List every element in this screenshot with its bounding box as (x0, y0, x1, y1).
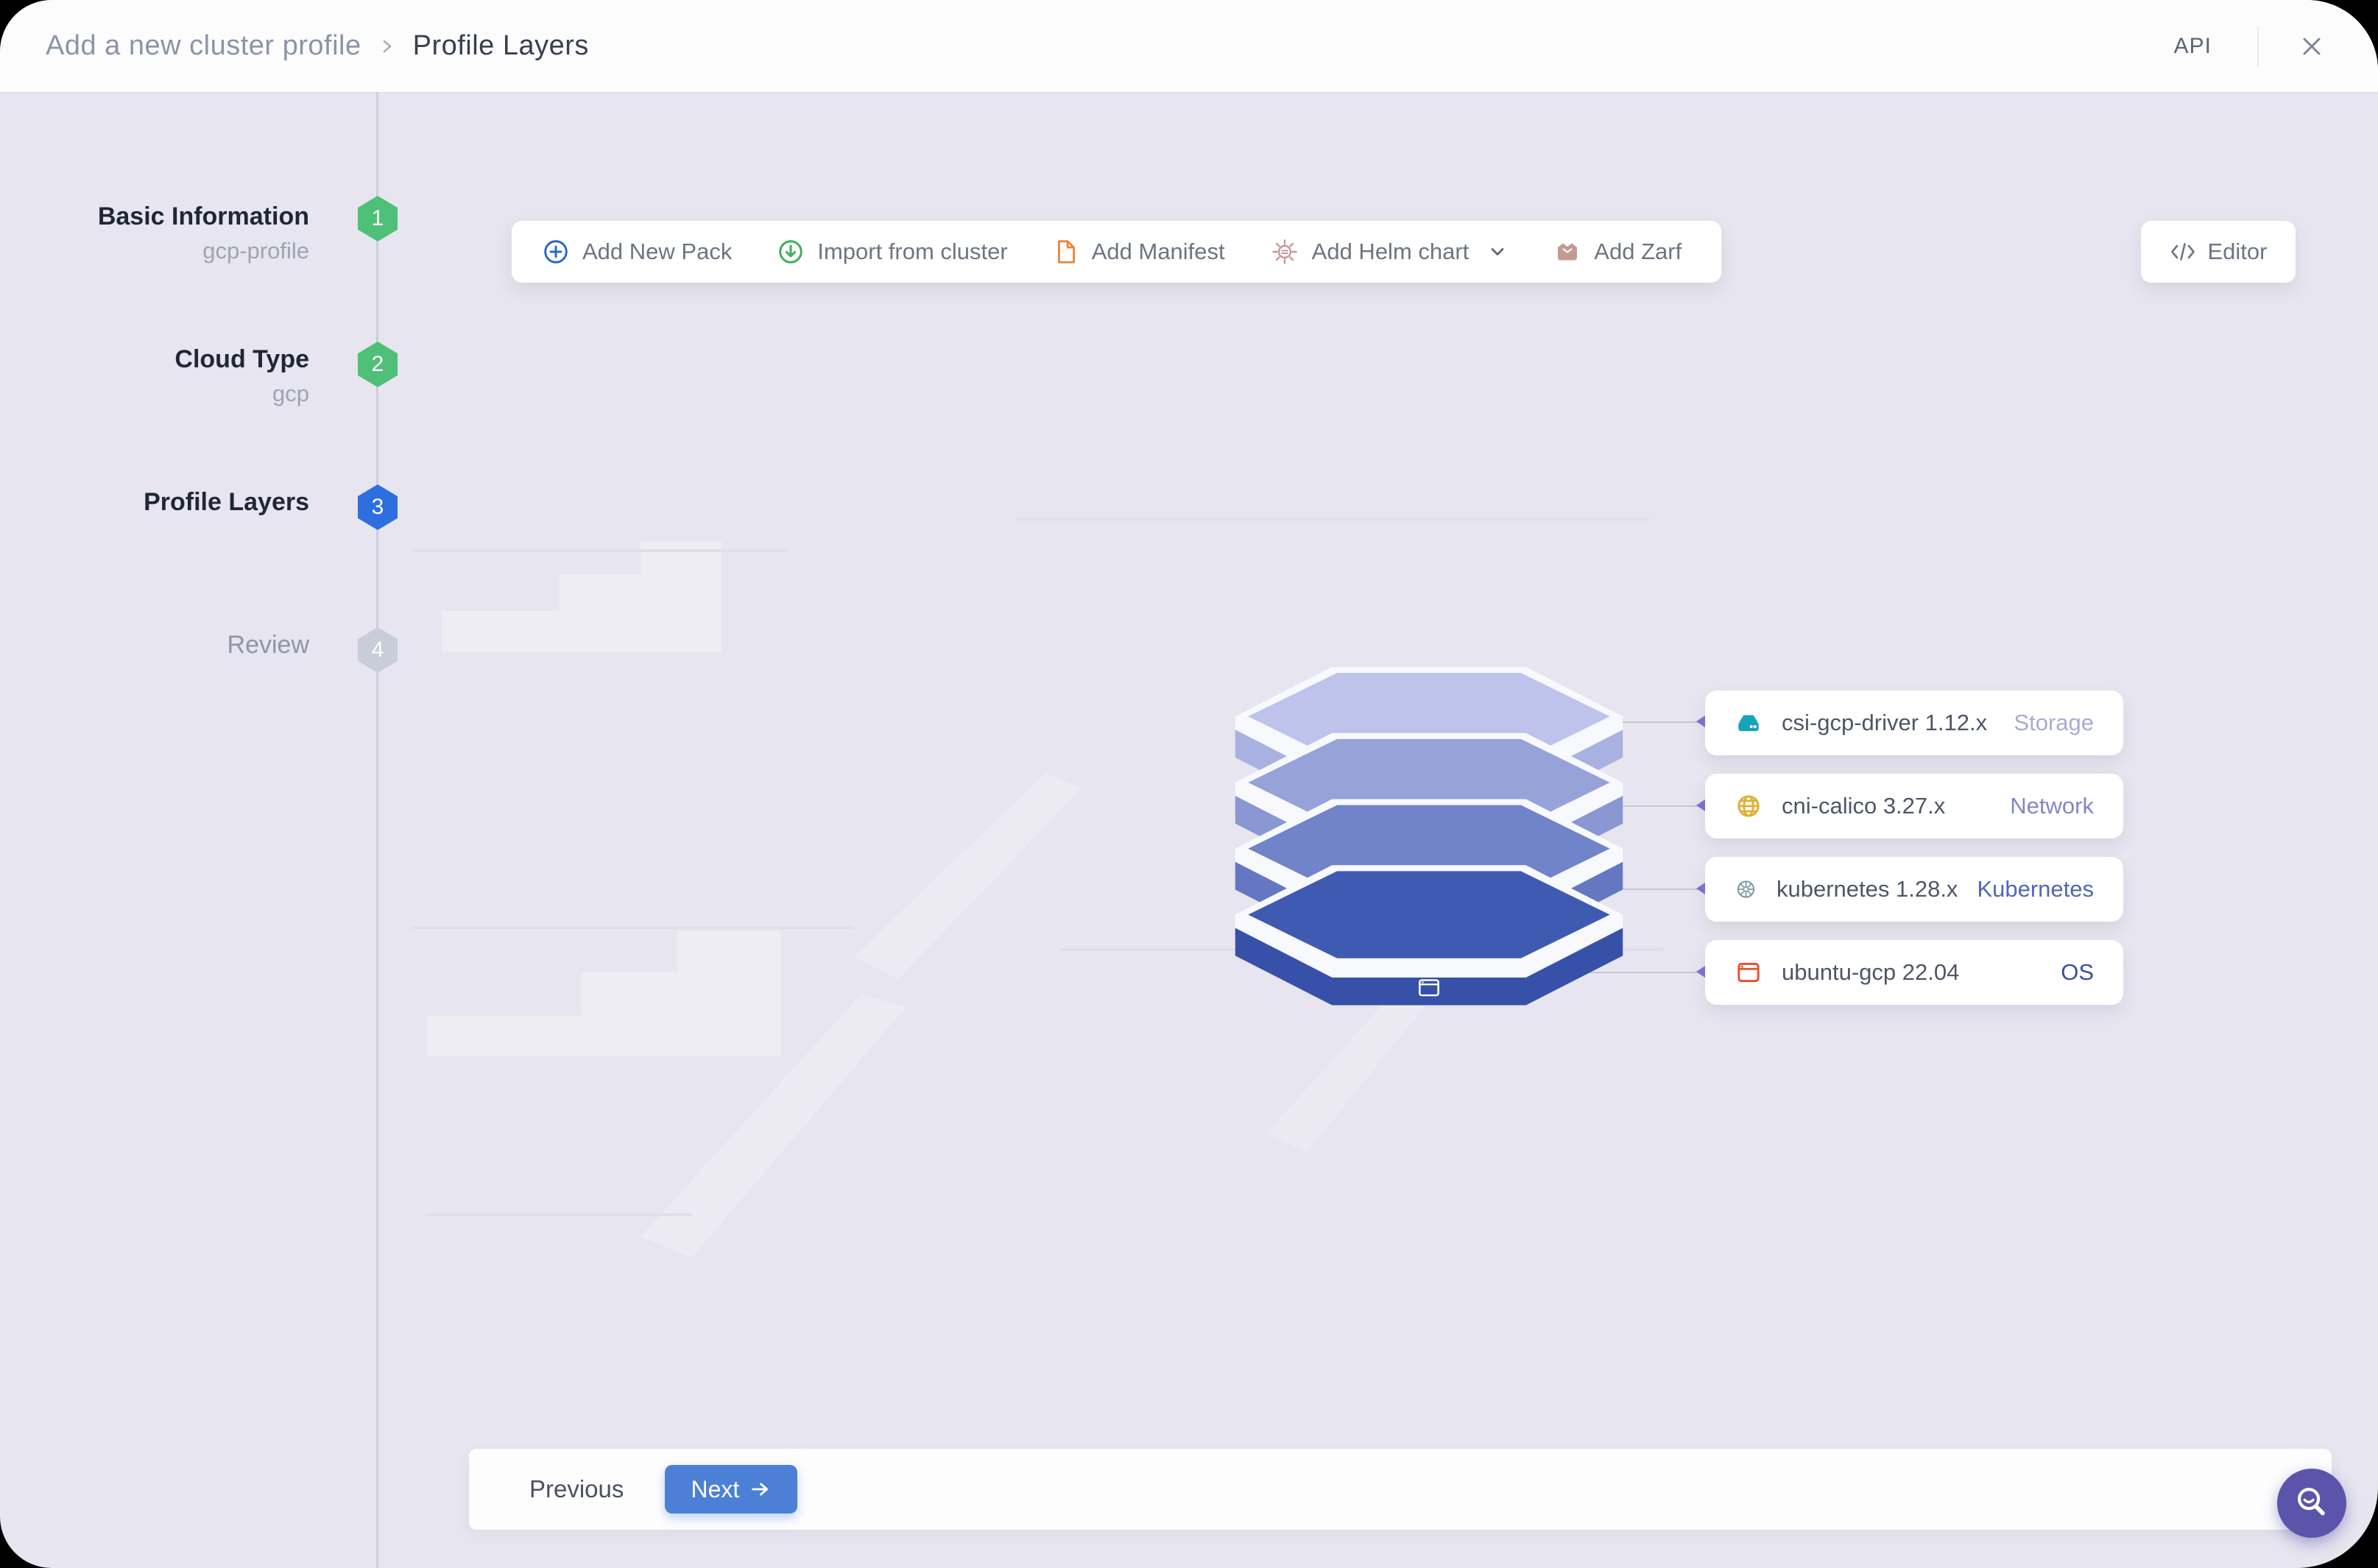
step-label: Review (227, 631, 309, 659)
layer-category: OS (2061, 959, 2094, 985)
add-zarf-button[interactable]: Add Zarf (1554, 239, 1682, 265)
profile-layer-stack[interactable] (1228, 667, 1630, 1009)
step-badge-1: 1 (358, 196, 398, 241)
step-label: Profile Layers (144, 488, 309, 516)
stepper-connector-line (376, 92, 378, 1568)
chevron-right-icon (378, 37, 397, 56)
editor-button[interactable]: Editor (2141, 221, 2296, 283)
api-button[interactable]: API (2155, 24, 2231, 69)
step-sublabel: gcp-profile (202, 238, 309, 264)
layer-name: csi-gcp-driver 1.12.x (1782, 710, 1988, 735)
search-smile-icon (2298, 1488, 2325, 1516)
layer-slab-os[interactable] (1235, 865, 1623, 1006)
kubernetes-icon (1737, 880, 1755, 898)
import-icon (779, 240, 803, 264)
close-button[interactable] (2291, 26, 2332, 67)
step-badge-2: 2 (358, 342, 398, 387)
add-manifest-button[interactable]: Add Manifest (1054, 239, 1225, 265)
connector-arrow-icon (1696, 799, 1705, 811)
helm-icon (1271, 239, 1297, 264)
tool-item-label: Add New Pack (582, 239, 733, 264)
step-badge-3: 3 (358, 484, 398, 530)
layer-name: ubuntu-gcp 22.04 (1782, 959, 1960, 985)
sidebar-step-profile-layers[interactable]: Profile Layers (29, 487, 309, 517)
layer-name: cni-calico 3.27.x (1782, 793, 1946, 819)
close-icon (2303, 38, 2321, 54)
tool-item-label: Add Zarf (1594, 239, 1682, 264)
connector-arrow-icon (1696, 716, 1705, 727)
add-helm-chart-button[interactable]: Add Helm chart (1271, 238, 1509, 266)
add-cluster-profile-window: Add a new cluster profile Profile Layers… (0, 0, 2378, 1568)
layer-category: Network (2010, 793, 2094, 819)
chevron-down-icon (1491, 248, 1504, 255)
network-icon (1737, 795, 1760, 817)
next-button-label: Next (691, 1475, 740, 1502)
pack-toolbar: Add New Pack Import from cluster Add Man… (512, 221, 1721, 283)
layer-category: Kubernetes (1977, 876, 2094, 902)
layer-card-network[interactable]: cni-calico 3.27.x Network (1705, 774, 2123, 838)
zarf-icon (1558, 243, 1578, 261)
step-sublabel: gcp (272, 381, 309, 406)
connector-arrow-icon (1696, 966, 1705, 978)
sidebar-step-basic-information[interactable]: Basic Information gcp-profile (29, 202, 309, 266)
import-from-cluster-button[interactable]: Import from cluster (777, 239, 1008, 265)
layer-card-os[interactable]: ubuntu-gcp 22.04 OS (1705, 940, 2123, 1005)
header-divider (2257, 26, 2259, 66)
add-new-pack-button[interactable]: Add New Pack (543, 239, 732, 265)
footer-bar: Previous Next (469, 1449, 2332, 1530)
step-badge-4: 4 (358, 627, 398, 673)
tool-item-label: Add Manifest (1091, 239, 1225, 264)
code-icon (2170, 243, 2195, 261)
manifest-icon (1057, 240, 1075, 264)
previous-button[interactable]: Previous (529, 1475, 624, 1503)
next-button[interactable]: Next (665, 1465, 798, 1514)
layer-card-storage[interactable]: csi-gcp-driver 1.12.x Storage (1705, 691, 2123, 755)
breadcrumb-parent[interactable]: Add a new cluster profile (46, 30, 361, 62)
arrow-right-icon (752, 1483, 769, 1496)
tool-item-label: Add Helm chart (1311, 239, 1470, 264)
os-icon (1737, 962, 1760, 983)
layer-name: kubernetes 1.28.x (1776, 876, 1958, 902)
layer-card-kubernetes[interactable]: kubernetes 1.28.x Kubernetes (1705, 857, 2123, 922)
plus-circle-icon (544, 240, 568, 264)
connector-arrow-icon (1696, 883, 1705, 894)
step-label: Basic Information (97, 202, 309, 230)
storage-icon (1738, 715, 1759, 732)
header-bar: Add a new cluster profile Profile Layers… (0, 0, 2378, 92)
step-label: Cloud Type (174, 345, 309, 373)
tool-item-label: Import from cluster (817, 239, 1008, 264)
page-title: Profile Layers (412, 30, 589, 61)
editor-button-label: Editor (2207, 239, 2268, 264)
sidebar-step-cloud-type[interactable]: Cloud Type gcp (29, 345, 309, 409)
resource-center-button[interactable] (2277, 1469, 2346, 1538)
sidebar-step-review[interactable]: Review (29, 630, 309, 660)
layer-category: Storage (2014, 710, 2094, 735)
